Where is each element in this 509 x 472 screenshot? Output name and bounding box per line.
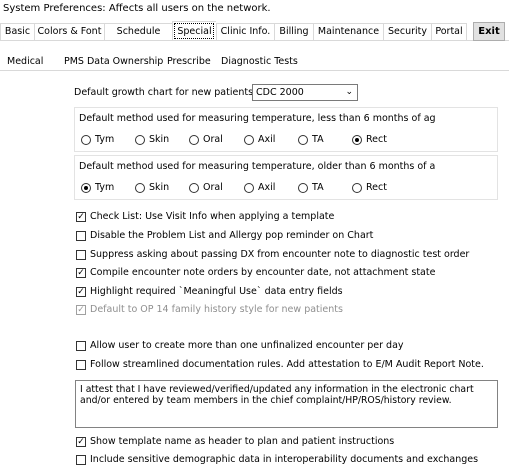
radio-over6-rect[interactable]: Rect xyxy=(352,182,387,193)
checkbox-disable-problem-list[interactable]: Disable the Problem List and Allergy pop… xyxy=(76,230,373,241)
subtab-medical[interactable]: Medical xyxy=(7,56,43,67)
radio-circle xyxy=(81,182,91,193)
subtab-diagnostic-tests[interactable]: Diagnostic Tests xyxy=(221,56,298,67)
checkbox-label: Allow user to create more than one unfin… xyxy=(90,340,404,351)
tab-schedule[interactable]: Schedule xyxy=(104,23,172,40)
checkbox-suppress-dx[interactable]: Suppress asking about passing DX from en… xyxy=(76,249,469,260)
radio-under6-ta[interactable]: TA xyxy=(298,134,324,145)
checkbox-box xyxy=(76,249,86,260)
growth-chart-select[interactable]: CDC 2000 ⌄ xyxy=(252,84,358,101)
temp-under6-label: Default method used for measuring temper… xyxy=(79,113,436,124)
checkbox-box xyxy=(76,454,86,465)
radio-label: Oral xyxy=(203,134,223,145)
checkbox-compile-orders[interactable]: ✓ Compile encounter note orders by encoun… xyxy=(76,267,435,278)
checkbox-box xyxy=(76,359,86,370)
checkbox-box: ✓ xyxy=(76,211,86,222)
radio-under6-tym[interactable]: Tym xyxy=(81,134,114,145)
subtab-prescribe[interactable]: Prescribe xyxy=(167,56,211,67)
radio-circle xyxy=(189,182,199,193)
checkbox-template-header[interactable]: ✓ Show template name as header to plan an… xyxy=(76,436,394,447)
temp-under6-group: Default method used for measuring temper… xyxy=(74,107,498,152)
radio-label: Rect xyxy=(366,182,387,193)
radio-circle xyxy=(352,182,362,193)
radio-under6-oral[interactable]: Oral xyxy=(189,134,223,145)
radio-circle xyxy=(244,182,254,193)
checkbox-label: Show template name as header to plan and… xyxy=(90,436,395,447)
radio-circle xyxy=(244,134,254,145)
checkbox-label: Highlight required `Meaningful Use` data… xyxy=(90,286,343,297)
radio-under6-axil[interactable]: Axil xyxy=(244,134,275,145)
subtab-divider xyxy=(0,70,509,71)
checkbox-label: Follow streamlined documentation rules. … xyxy=(90,359,484,370)
tab-colors-font[interactable]: Colors & Font xyxy=(34,23,104,40)
radio-over6-oral[interactable]: Oral xyxy=(189,182,223,193)
checkbox-label: Compile encounter note orders by encount… xyxy=(90,267,436,278)
radio-under6-rect[interactable]: Rect xyxy=(352,134,387,145)
radio-circle xyxy=(81,134,91,145)
tab-billing[interactable]: Billing xyxy=(274,23,313,40)
growth-chart-label: Default growth chart for new patients: xyxy=(74,87,257,98)
checkbox-label: Check List: Use Visit Info when applying… xyxy=(90,211,335,222)
checkbox-label: Default to OP 14 family history style fo… xyxy=(90,304,343,315)
checkbox-op14-family-history[interactable]: ✓ Default to OP 14 family history style f… xyxy=(76,304,343,315)
tab-strip-divider xyxy=(0,40,509,41)
exit-button[interactable]: Exit xyxy=(473,22,505,41)
radio-over6-ta[interactable]: TA xyxy=(298,182,324,193)
checkbox-streamlined-documentation[interactable]: Follow streamlined documentation rules. … xyxy=(76,359,484,370)
tab-portal[interactable]: Portal xyxy=(431,23,467,40)
radio-under6-skin[interactable]: Skin xyxy=(135,134,169,145)
tab-basic[interactable]: Basic xyxy=(0,23,34,40)
tab-maintenance[interactable]: Maintenance xyxy=(313,23,383,40)
checkbox-box: ✓ xyxy=(76,436,86,447)
temp-over6-group: Default method used for measuring temper… xyxy=(74,155,498,200)
chevron-down-icon: ⌄ xyxy=(345,87,353,97)
window-title: System Preferences: Affects all users on… xyxy=(3,3,271,14)
radio-circle xyxy=(189,134,199,145)
radio-circle xyxy=(298,134,308,145)
checkbox-box xyxy=(76,230,86,241)
radio-over6-skin[interactable]: Skin xyxy=(135,182,169,193)
radio-label: Skin xyxy=(149,134,170,145)
radio-label: Oral xyxy=(203,182,223,193)
tab-clinic-info[interactable]: Clinic Info. xyxy=(216,23,274,40)
temp-over6-label: Default method used for measuring temper… xyxy=(79,161,436,172)
subtab-pms-data-ownership[interactable]: PMS Data Ownership xyxy=(64,56,163,67)
checkbox-checklist-visit-info[interactable]: ✓ Check List: Use Visit Info when applyin… xyxy=(76,211,334,222)
radio-circle xyxy=(135,182,145,193)
radio-label: Tym xyxy=(95,134,115,145)
checkbox-box xyxy=(76,340,86,351)
radio-circle xyxy=(298,182,308,193)
radio-label: Tym xyxy=(95,182,115,193)
tab-special[interactable]: Special xyxy=(172,21,216,41)
checkbox-box: ✓ xyxy=(76,286,86,297)
tab-security[interactable]: Security xyxy=(383,23,431,40)
checkbox-box: ✓ xyxy=(76,267,86,278)
attestation-textarea[interactable]: I attest that I have reviewed/verified/u… xyxy=(75,380,498,428)
checkbox-multiple-encounters[interactable]: Allow user to create more than one unfin… xyxy=(76,340,404,351)
growth-chart-value: CDC 2000 xyxy=(256,87,304,98)
checkbox-sensitive-demographics[interactable]: Include sensitive demographic data in in… xyxy=(76,454,478,465)
radio-circle xyxy=(135,134,145,145)
checkbox-label: Disable the Problem List and Allergy pop… xyxy=(90,230,374,241)
radio-over6-tym[interactable]: Tym xyxy=(81,182,114,193)
checkbox-label: Suppress asking about passing DX from en… xyxy=(90,249,470,260)
radio-label: TA xyxy=(312,182,324,193)
checkbox-meaningful-use[interactable]: ✓ Highlight required `Meaningful Use` dat… xyxy=(76,286,343,297)
radio-circle xyxy=(352,134,362,145)
radio-over6-axil[interactable]: Axil xyxy=(244,182,275,193)
checkbox-label: Include sensitive demographic data in in… xyxy=(90,454,479,465)
radio-label: Axil xyxy=(258,134,276,145)
radio-label: Skin xyxy=(149,182,170,193)
radio-label: Axil xyxy=(258,182,276,193)
radio-label: Rect xyxy=(366,134,387,145)
checkbox-box: ✓ xyxy=(76,304,86,315)
radio-label: TA xyxy=(312,134,324,145)
